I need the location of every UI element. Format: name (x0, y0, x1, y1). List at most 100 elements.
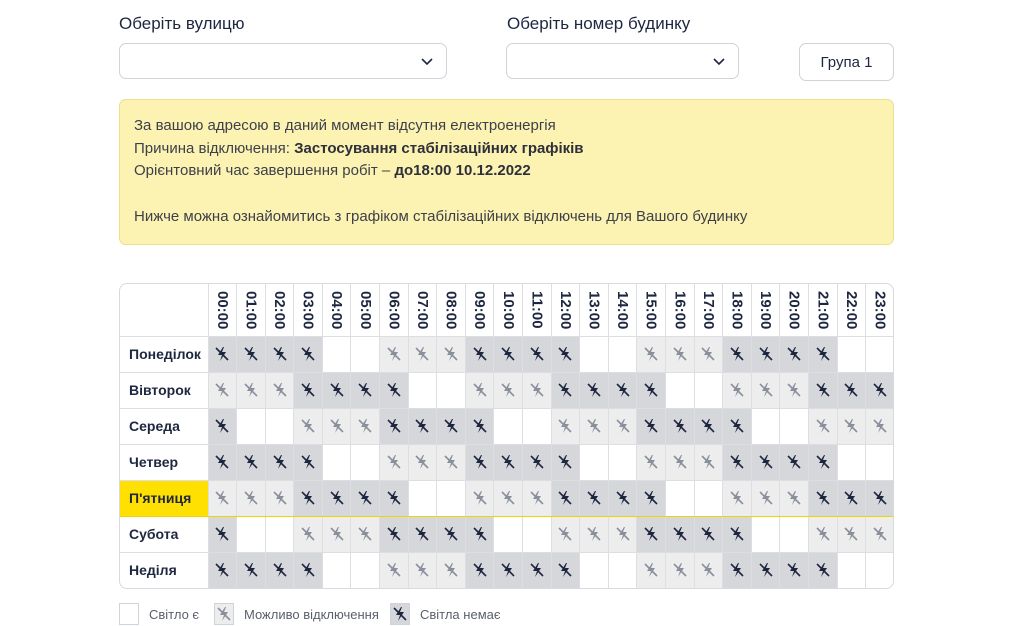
hour-label: 01:00 (242, 290, 260, 329)
schedule-row: Понеділок (120, 335, 893, 373)
cell-power-off (436, 407, 466, 445)
power-off-icon (473, 455, 487, 469)
cell-power-on (350, 551, 381, 588)
power-off-possible-icon (587, 419, 601, 433)
chevron-down-icon (421, 58, 433, 66)
power-off-icon (730, 419, 744, 433)
chevron-down-icon (713, 58, 725, 66)
power-off-icon (387, 491, 401, 505)
cell-maybe-off (722, 371, 752, 409)
cell-maybe-off (522, 479, 552, 517)
hour-header: 04:00 (321, 284, 352, 337)
cell-power-off (550, 335, 581, 373)
power-off-icon (759, 347, 773, 361)
power-off-possible-icon (444, 455, 458, 469)
cell-power-off (722, 515, 752, 553)
cell-maybe-off (579, 407, 609, 445)
hour-header: 14:00 (607, 284, 638, 337)
cell-power-off (779, 551, 809, 588)
power-off-icon (644, 527, 658, 541)
street-label: Оберіть вулицю (119, 14, 245, 33)
cell-power-on (321, 551, 352, 588)
hour-header: 21:00 (807, 284, 838, 337)
power-off-icon (587, 491, 601, 505)
cell-maybe-off (264, 479, 295, 517)
cell-maybe-off (865, 515, 893, 553)
power-off-possible-icon (701, 347, 715, 361)
schedule-row: Субота (120, 515, 893, 553)
power-off-possible-icon (558, 527, 573, 541)
power-off-icon (616, 491, 630, 505)
legend-power-on-label: Світло є (149, 606, 200, 622)
power-off-possible-icon (787, 383, 801, 397)
eta-label: Орієнтовний час завершення робіт – (134, 162, 391, 180)
power-off-icon (530, 347, 544, 361)
group-button[interactable]: Група 1 (799, 43, 894, 81)
power-off-possible-icon (301, 419, 315, 433)
power-off-icon (473, 347, 487, 361)
power-off-icon (616, 383, 630, 397)
cell-power-on (493, 515, 524, 553)
power-off-icon (215, 563, 229, 578)
cell-maybe-off (636, 443, 667, 481)
cell-power-off (207, 551, 238, 588)
cell-maybe-off (379, 551, 409, 588)
cell-power-off (493, 551, 524, 588)
power-off-icon (644, 491, 658, 505)
cell-power-off (293, 479, 323, 517)
power-off-possible-icon (616, 527, 630, 541)
hour-header: 02:00 (264, 284, 295, 337)
power-off-icon (272, 455, 287, 469)
power-off-icon (358, 491, 372, 505)
day-label: Четвер (120, 443, 209, 481)
cell-power-on (836, 443, 867, 481)
cell-power-off (379, 515, 409, 553)
hour-header: 09:00 (464, 284, 495, 337)
house-select[interactable] (506, 43, 739, 79)
power-off-icon (816, 563, 830, 578)
cell-power-off (550, 371, 581, 409)
cell-power-on (264, 407, 295, 445)
cell-power-off (321, 371, 352, 409)
cell-power-off (207, 335, 238, 373)
hour-header: 22:00 (836, 284, 867, 337)
hour-label: 17:00 (699, 290, 717, 329)
hour-label: 03:00 (299, 290, 317, 329)
cell-power-on (750, 515, 781, 553)
cell-power-on (436, 479, 466, 517)
power-off-icon (301, 455, 315, 469)
street-select[interactable] (119, 43, 447, 79)
power-off-icon (215, 347, 229, 361)
power-off-possible-icon (415, 347, 430, 361)
cell-maybe-off (321, 407, 352, 445)
power-off-icon (272, 563, 287, 578)
power-off-icon (301, 491, 315, 505)
power-off-possible-icon (644, 563, 658, 578)
cell-power-off (464, 335, 495, 373)
cell-maybe-off (779, 371, 809, 409)
hour-label: 07:00 (413, 290, 431, 329)
hour-header: 06:00 (379, 284, 409, 337)
cell-power-on (779, 515, 809, 553)
cell-power-on (493, 407, 524, 445)
power-off-possible-icon (701, 455, 715, 469)
cell-maybe-off (550, 515, 581, 553)
hour-header: 15:00 (636, 284, 667, 337)
cell-power-off (579, 371, 609, 409)
cell-power-off (722, 335, 752, 373)
cell-power-on (350, 443, 381, 481)
cell-power-off (836, 479, 867, 517)
power-off-possible-icon (272, 383, 287, 397)
power-off-icon (330, 491, 344, 505)
hour-header: 17:00 (693, 284, 724, 337)
hour-label: 11:00 (528, 290, 546, 329)
cell-power-off (493, 335, 524, 373)
cell-power-off (522, 335, 552, 373)
cell-power-on (579, 551, 609, 588)
schedule-row: Середа (120, 407, 893, 445)
cell-maybe-off (407, 443, 438, 481)
cell-maybe-off (321, 515, 352, 553)
cell-power-off (693, 407, 724, 445)
cell-power-off (636, 371, 667, 409)
power-off-icon (644, 419, 658, 433)
